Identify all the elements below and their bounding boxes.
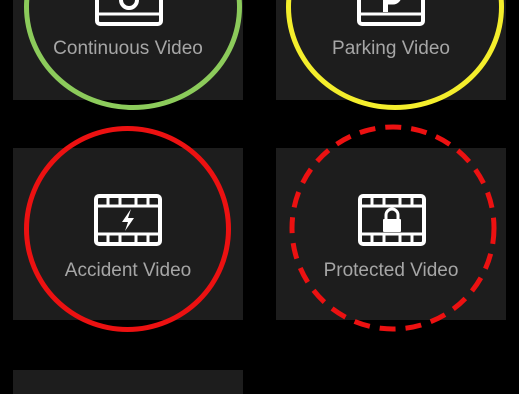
partial-tile[interactable] (13, 370, 243, 394)
video-category-screen: Continuous Video Parking Video Accident … (0, 0, 519, 394)
film-lightning-icon (94, 194, 162, 246)
protected-video-label: Protected Video (323, 260, 459, 281)
film-record-icon (95, 0, 163, 26)
accident-video-label: Accident Video (64, 260, 192, 281)
film-lock-icon (358, 194, 426, 246)
continuous-video-label: Continuous Video (53, 38, 203, 59)
parking-video-label: Parking Video (332, 38, 450, 59)
film-parking-icon (357, 0, 425, 26)
